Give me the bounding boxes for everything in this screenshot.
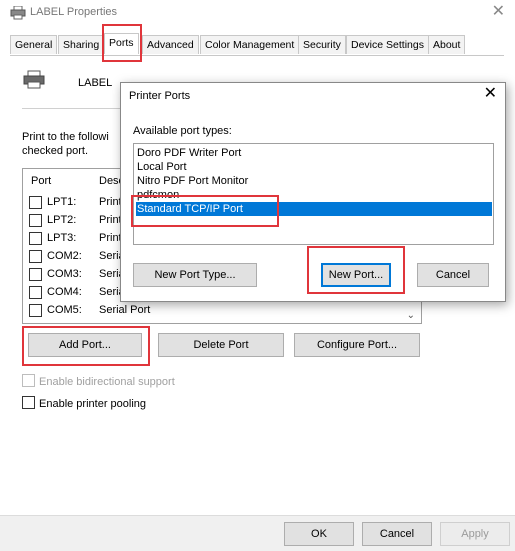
close-icon[interactable]: ✕ (492, 4, 505, 20)
delete-port-button[interactable]: Delete Port (158, 333, 284, 357)
port-name: COM5: (47, 304, 82, 316)
port-name: COM3: (47, 268, 82, 280)
port-checkbox[interactable] (29, 250, 42, 263)
tab-security[interactable]: Security (298, 35, 346, 54)
port-type-list[interactable]: Doro PDF Writer Port Local Port Nitro PD… (133, 143, 494, 245)
tab-divider (10, 55, 504, 56)
port-checkbox[interactable] (29, 232, 42, 245)
tab-ports[interactable]: Ports (104, 33, 139, 54)
port-name: COM4: (47, 286, 82, 298)
port-checkbox[interactable] (29, 214, 42, 227)
port-desc: Print (99, 232, 122, 244)
port-name: COM2: (47, 250, 82, 262)
cancel-button[interactable]: Cancel (362, 522, 432, 546)
column-port[interactable]: Port (31, 175, 51, 187)
new-port-type-button[interactable]: New Port Type... (133, 263, 257, 287)
pooling-label: Enable printer pooling (39, 398, 147, 410)
pooling-option[interactable]: Enable printer pooling (22, 396, 146, 410)
apply-button: Apply (440, 522, 510, 546)
configure-port-button[interactable]: Configure Port... (294, 333, 420, 357)
ports-description: Print to the followi checked port. (22, 131, 109, 157)
ok-button[interactable]: OK (284, 522, 354, 546)
port-name: LPT3: (47, 232, 77, 244)
title-bar: LABEL Properties ✕ (0, 0, 515, 26)
printer-icon (10, 6, 26, 20)
port-checkbox[interactable] (29, 304, 42, 317)
tab-general[interactable]: General (10, 35, 58, 54)
dialog-title: Printer Ports (129, 90, 191, 102)
bidirectional-checkbox (22, 374, 35, 387)
printer-ports-dialog: Printer Ports ✕ Available port types: Do… (120, 82, 506, 302)
port-type-item-selected[interactable]: Standard TCP/IP Port (136, 202, 492, 216)
pooling-checkbox[interactable] (22, 396, 35, 409)
port-checkbox[interactable] (29, 196, 42, 209)
window-title: LABEL Properties (30, 6, 118, 18)
port-type-item[interactable]: pdfcmon (136, 188, 492, 202)
dialog-cancel-button[interactable]: Cancel (417, 263, 489, 287)
port-type-item[interactable]: Local Port (136, 160, 492, 174)
port-desc: Print (99, 214, 122, 226)
tab-color-management[interactable]: Color Management (200, 35, 300, 54)
port-desc: Serial Port (99, 304, 151, 316)
close-icon[interactable]: ✕ (484, 86, 497, 102)
tab-sharing[interactable]: Sharing (58, 35, 105, 54)
port-name: LPT2: (47, 214, 77, 226)
port-checkbox[interactable] (29, 268, 42, 281)
chevron-down-icon[interactable]: ⌄ (407, 310, 415, 321)
tab-advanced[interactable]: Advanced (142, 35, 199, 54)
printer-name: LABEL (78, 77, 113, 89)
bidirectional-label: Enable bidirectional support (39, 376, 175, 388)
printer-icon (23, 70, 45, 89)
tab-about[interactable]: About (428, 35, 466, 54)
available-port-types-label: Available port types: (133, 125, 232, 137)
add-port-button[interactable]: Add Port... (28, 333, 142, 357)
port-name: LPT1: (47, 196, 77, 208)
tab-device-settings[interactable]: Device Settings (346, 35, 429, 54)
port-type-item[interactable]: Doro PDF Writer Port (136, 146, 492, 160)
port-checkbox[interactable] (29, 286, 42, 299)
port-desc: Print (99, 196, 122, 208)
divider (22, 108, 120, 109)
dialog-button-bar: OK Cancel Apply (0, 515, 515, 551)
port-row[interactable]: COM5: Serial Port (29, 301, 409, 319)
port-type-item[interactable]: Nitro PDF Port Monitor (136, 174, 492, 188)
bidirectional-option: Enable bidirectional support (22, 374, 175, 388)
new-port-button[interactable]: New Port... (321, 263, 391, 287)
